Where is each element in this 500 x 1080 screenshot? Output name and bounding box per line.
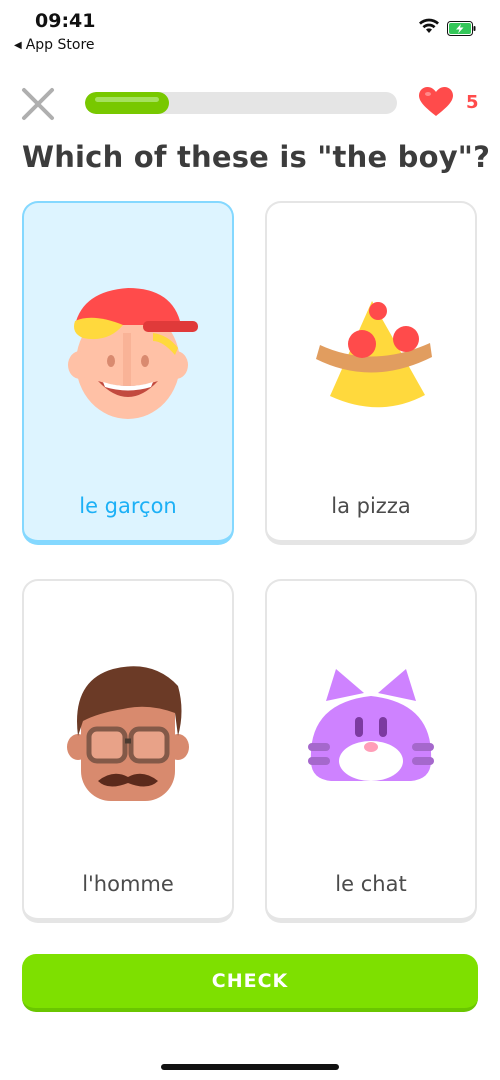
choice-card-la-pizza[interactable]: la pizza (265, 201, 477, 545)
hearts-count: 5 (466, 91, 479, 113)
boy-icon (68, 288, 198, 419)
choice-label: l'homme (82, 872, 174, 896)
choice-card-l-homme[interactable]: l'homme (22, 579, 234, 923)
question-title: Which of these is "the boy"? (22, 140, 491, 174)
close-icon[interactable] (20, 86, 56, 122)
progress-fill (85, 92, 170, 114)
lesson-progress-bar (85, 92, 397, 114)
man-icon (67, 666, 189, 801)
pizza-icon (316, 301, 432, 408)
back-triangle-icon: ◀ (14, 39, 22, 51)
home-indicator[interactable] (161, 1064, 339, 1070)
choice-card-le-garcon[interactable]: le garçon (22, 201, 234, 545)
status-bar: 09:41 ◀ App Store (0, 0, 500, 60)
battery-icon (447, 21, 476, 36)
choice-label: le garçon (79, 494, 177, 518)
cat-icon (308, 669, 434, 781)
back-to-app-link[interactable]: ◀ App Store (14, 37, 95, 53)
choice-label: la pizza (331, 494, 411, 518)
back-app-label: App Store (25, 37, 95, 53)
heart-icon (419, 87, 453, 116)
choice-label: le chat (335, 872, 407, 896)
hearts-counter[interactable]: 5 (418, 86, 479, 118)
choice-card-le-chat[interactable]: le chat (265, 579, 477, 923)
check-button[interactable]: CHECK (22, 954, 478, 1012)
status-time: 09:41 (35, 10, 96, 32)
wifi-icon (419, 18, 439, 33)
